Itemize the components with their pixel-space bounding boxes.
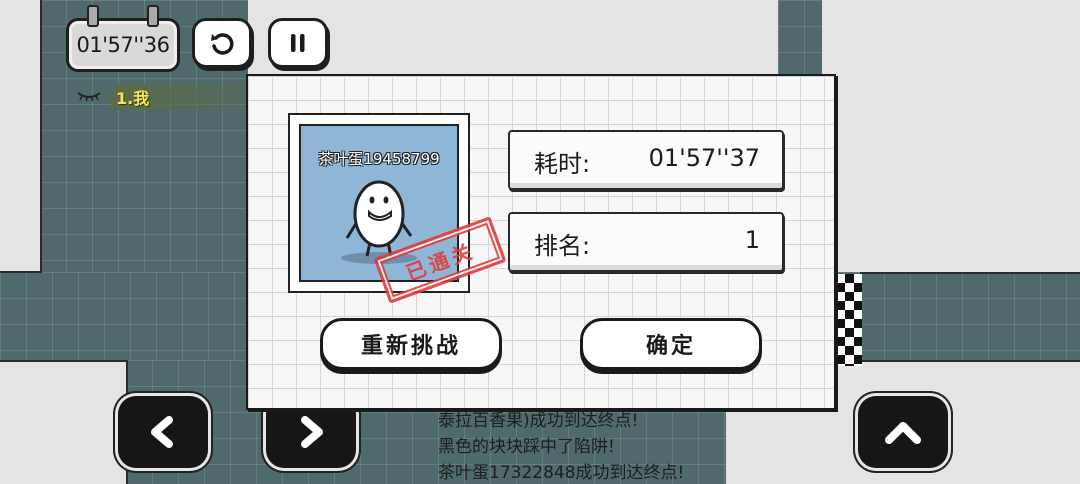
leaderboard-entry: 1.我 — [116, 89, 150, 108]
restart-icon — [211, 33, 234, 55]
time-label: 耗时: — [534, 150, 591, 178]
time-value: 01'57''37 — [648, 144, 760, 172]
bottom-left-wall — [0, 360, 126, 484]
rank-card: 排名: 1 — [508, 212, 784, 272]
wall-edge — [0, 360, 126, 362]
time-card: 耗时: 01'57''37 — [508, 130, 784, 190]
pause-button[interactable] — [268, 18, 328, 68]
right-wall-block — [822, 0, 1080, 272]
wall-edge — [860, 360, 1080, 362]
confirm-button[interactable]: 确定 — [580, 318, 762, 370]
wall-edge — [860, 272, 1080, 274]
finish-line — [834, 274, 862, 366]
jump-button[interactable] — [858, 396, 948, 468]
restart-button[interactable] — [192, 18, 252, 68]
chevron-right-icon — [301, 416, 323, 448]
chevron-up-icon — [885, 422, 921, 444]
timer-hook — [87, 5, 99, 27]
timer-hook — [147, 5, 159, 27]
wall-edge — [0, 271, 42, 273]
pause-icon — [291, 34, 305, 52]
chat-log-line: 黑色的块块踩中了陷阱! — [438, 437, 615, 457]
rank-label: 排名: — [534, 232, 591, 260]
rank-value: 1 — [744, 226, 760, 254]
chat-log-line: 茶叶蛋17322848成功到达终点! — [438, 463, 685, 483]
race-timer: 01'57''36 — [66, 5, 180, 72]
left-wall-block — [0, 0, 40, 272]
move-left-button[interactable] — [118, 396, 208, 468]
wall-edge — [40, 0, 42, 272]
timer-text: 01'57''36 — [76, 33, 170, 57]
chevron-left-icon — [151, 416, 173, 448]
eye-closed-icon[interactable] — [76, 90, 102, 102]
retry-button[interactable]: 重新挑战 — [320, 318, 502, 370]
